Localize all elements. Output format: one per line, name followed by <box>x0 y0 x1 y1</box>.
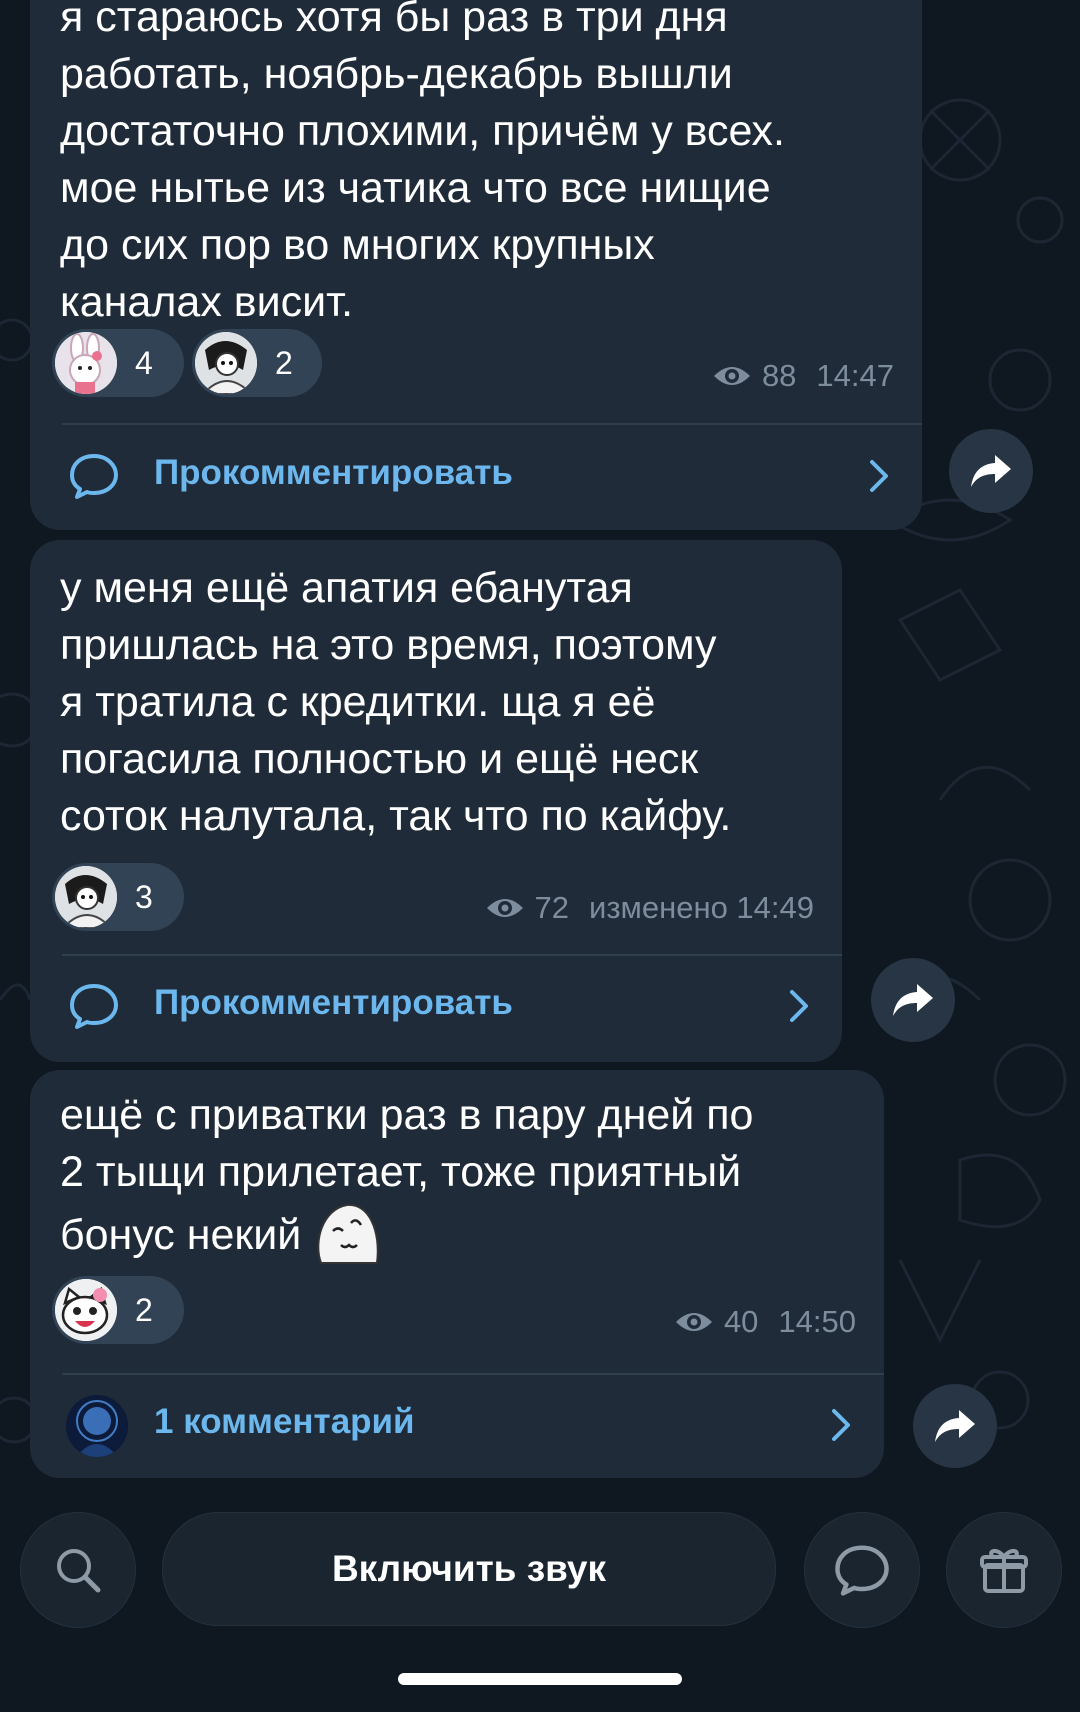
reaction-count: 2 <box>135 1291 153 1328</box>
chevron-right-icon <box>870 460 888 492</box>
reaction-count: 4 <box>135 344 153 381</box>
views-count: 40 <box>723 1304 759 1339</box>
message-meta: 40 14:50 <box>674 1304 856 1340</box>
comment-label: Прокомментировать <box>154 453 513 492</box>
views-eye-icon <box>486 899 523 917</box>
comments-count-label: 1 комментарий <box>154 1402 415 1441</box>
share-arrow-icon <box>893 984 933 1016</box>
anime-girl-sticker-icon <box>55 866 117 928</box>
views-eye-icon <box>713 367 750 385</box>
share-button[interactable] <box>949 429 1033 513</box>
share-arrow-icon <box>971 455 1011 487</box>
search-icon <box>57 1549 101 1593</box>
smiling-blob-emoji-icon <box>311 1201 383 1267</box>
message-text: у меня ещё апатия ебанутая пришлась на э… <box>60 564 732 840</box>
hello-kitty-sticker-icon <box>55 1279 117 1341</box>
gift-button[interactable] <box>946 1512 1062 1628</box>
chevron-right-icon <box>790 990 808 1022</box>
comment-label: Прокомментировать <box>154 983 513 1022</box>
message-time: 14:47 <box>816 358 894 393</box>
reaction-chip[interactable]: 2 <box>192 329 322 397</box>
unmute-button[interactable]: Включить звук <box>162 1512 776 1626</box>
comments-button[interactable]: 1 комментарий <box>30 1375 884 1475</box>
message-time: изменено 14:49 <box>589 890 814 925</box>
search-button[interactable] <box>20 1512 136 1628</box>
comment-bubble-icon <box>70 454 118 499</box>
views-count: 88 <box>761 358 797 393</box>
share-button[interactable] <box>913 1384 997 1468</box>
message-time: 14:50 <box>778 1304 856 1339</box>
comment-bubble-icon <box>70 984 118 1029</box>
views-eye-icon <box>675 1313 712 1331</box>
reaction-count: 2 <box>275 344 293 381</box>
divider <box>62 423 922 425</box>
message-meta: 72 изменено 14:49 <box>485 890 814 926</box>
comments-button[interactable] <box>804 1512 920 1628</box>
commenter-avatar <box>66 1395 128 1457</box>
comment-button[interactable]: Прокомментировать <box>30 956 842 1056</box>
home-indicator[interactable] <box>398 1673 682 1685</box>
message-text: я стараюсь хотя бы раз в три дня работат… <box>60 0 785 326</box>
reaction-chip[interactable]: 3 <box>52 863 184 931</box>
chevron-right-icon <box>832 1409 850 1441</box>
message-text: ещё с приватки раз в пару дней по 2 тыщи… <box>60 1087 858 1267</box>
message-bubble-3: ещё с приватки раз в пару дней по 2 тыщи… <box>30 1070 884 1478</box>
bottom-bar: Включить звук <box>0 1490 1080 1630</box>
message-bubble-2: у меня ещё апатия ебанутая пришлась на э… <box>30 540 842 1062</box>
message-text-content: ещё с приватки раз в пару дней по 2 тыщи… <box>60 1091 754 1259</box>
reaction-count: 3 <box>135 878 153 915</box>
anime-girl-sticker-icon <box>195 332 257 394</box>
bunny-sticker-icon <box>55 332 117 394</box>
gift-icon <box>980 1549 1028 1593</box>
message-meta: 88 14:47 <box>712 358 894 394</box>
views-count: 72 <box>534 890 569 925</box>
comment-button[interactable]: Прокомментировать <box>30 426 922 526</box>
share-button[interactable] <box>871 958 955 1042</box>
chat-bubble-icon <box>835 1545 889 1596</box>
reaction-chip[interactable]: 4 <box>52 329 184 397</box>
reaction-chip[interactable]: 2 <box>52 1276 184 1344</box>
message-bubble-1: я стараюсь хотя бы раз в три дня работат… <box>30 0 922 530</box>
share-arrow-icon <box>935 1410 975 1442</box>
